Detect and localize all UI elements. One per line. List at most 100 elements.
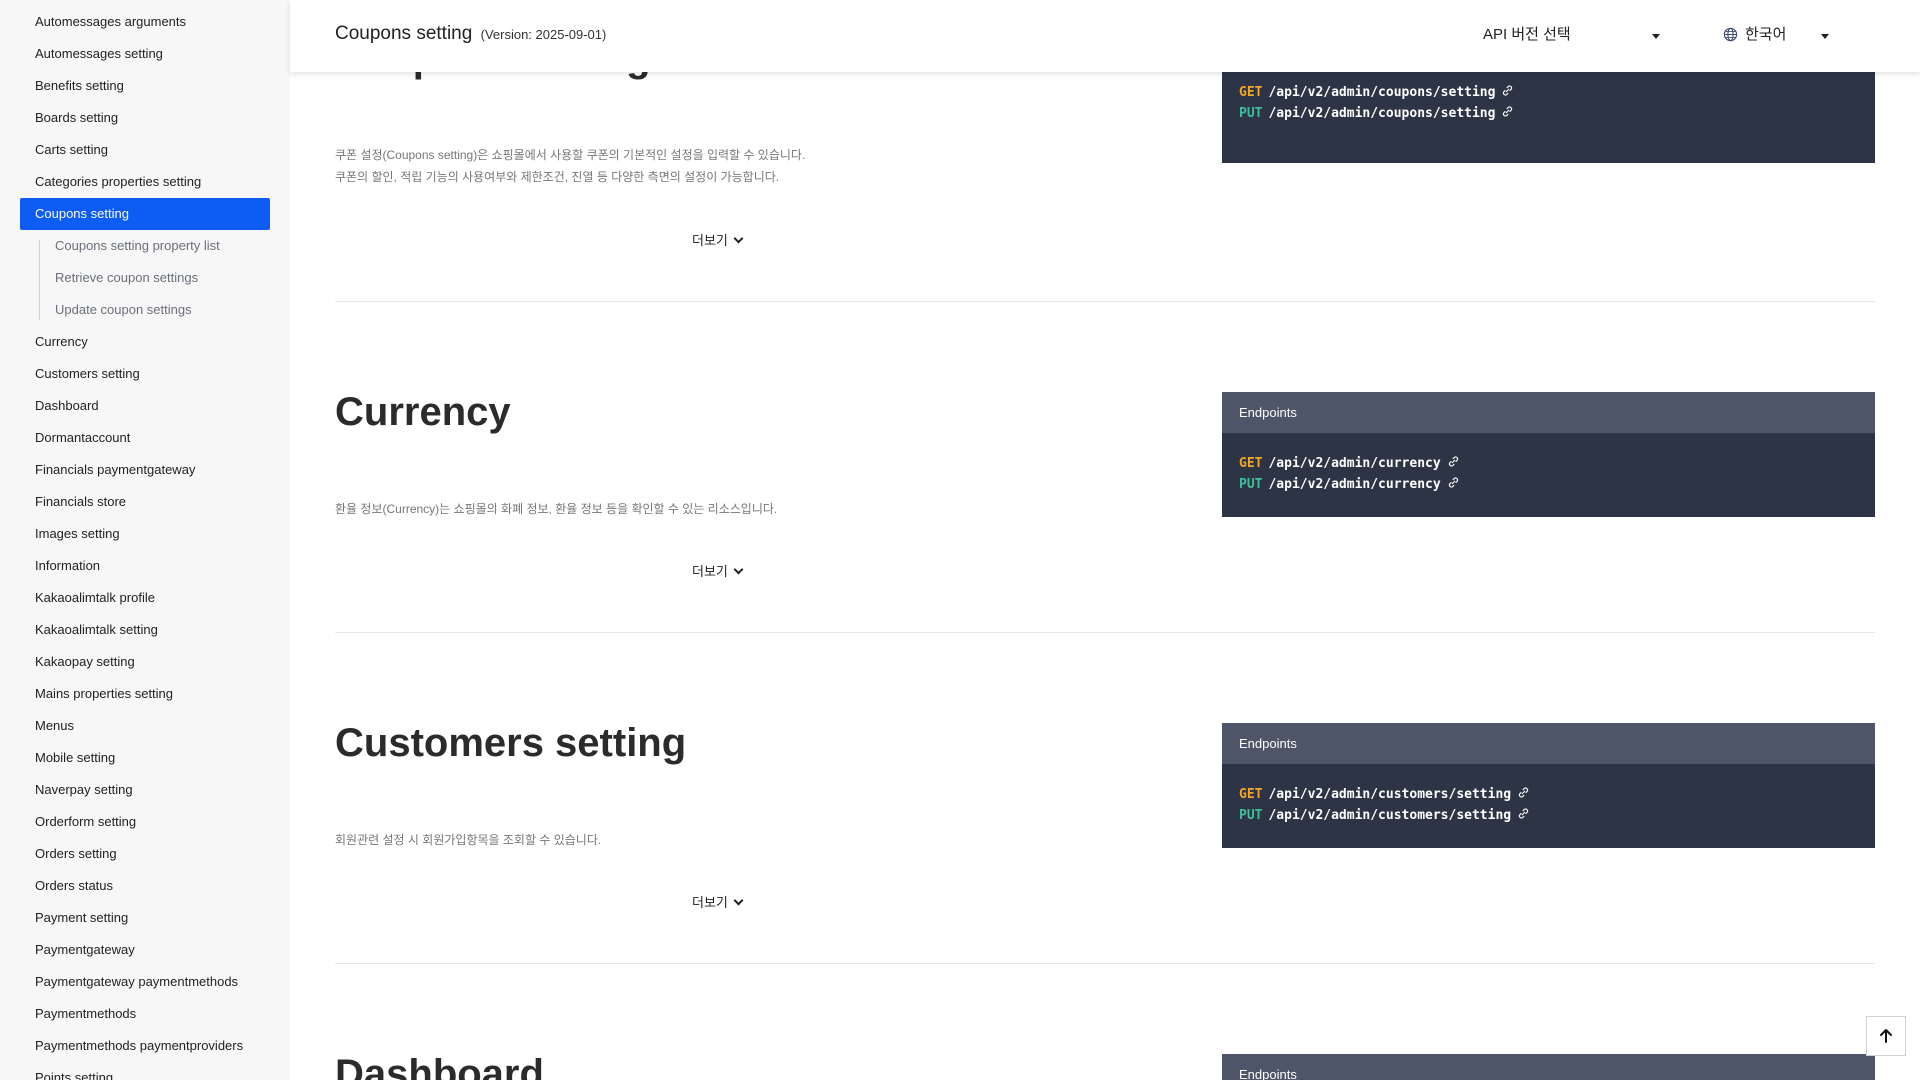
link-icon[interactable]: [1501, 105, 1514, 118]
endpoint-path: /api/v2/admin/currency: [1268, 456, 1441, 471]
sidebar-item-coupons-setting[interactable]: Coupons setting: [20, 198, 270, 230]
section-description-currency: 환율 정보(Currency)는 쇼핑몰의 화폐 정보, 환율 정보 등을 확인…: [335, 502, 778, 516]
sidebar-item-currency[interactable]: Currency: [20, 326, 270, 358]
endpoints-header: Endpoints: [1222, 723, 1875, 764]
endpoint-row[interactable]: PUT/api/v2/admin/customers/setting: [1239, 805, 1858, 826]
sidebar-item-dashboard[interactable]: Dashboard: [20, 390, 270, 422]
section-divider: [335, 632, 1875, 633]
sidebar-item-paymentmethods-paymentproviders[interactable]: Paymentmethods paymentproviders: [20, 1030, 270, 1062]
method-badge-get: GET: [1239, 456, 1263, 471]
language-select[interactable]: 한국어: [1745, 23, 1786, 44]
sidebar-item-kakaoalimtalk-profile[interactable]: Kakaoalimtalk profile: [20, 582, 270, 614]
chevron-down-icon: [733, 895, 744, 906]
sidebar-item-menus[interactable]: Menus: [20, 710, 270, 742]
endpoint-path: /api/v2/admin/coupons/setting: [1268, 106, 1496, 121]
method-badge-get: GET: [1239, 787, 1263, 802]
endpoint-row[interactable]: GET/api/v2/admin/customers/setting: [1239, 784, 1858, 805]
section-description-customers: 회원관련 설정 시 회원가입항목을 조회할 수 있습니다.: [335, 833, 602, 847]
arrow-up-icon: [1880, 1029, 1892, 1043]
more-label: 더보기: [692, 564, 728, 579]
endpoints-panel-currency: Endpoints GET/api/v2/admin/currency PUT /…: [1222, 392, 1875, 517]
endpoints-header: Endpoints: [1222, 1054, 1875, 1080]
sidebar-item-payment-setting[interactable]: Payment setting: [20, 902, 270, 934]
sidebar-item-paymentgateway-paymentmethods[interactable]: Paymentgateway paymentmethods: [20, 966, 270, 998]
method-badge-get: GET: [1239, 85, 1263, 100]
sidebar-item-financials-store[interactable]: Financials store: [20, 486, 270, 518]
endpoints-header: Endpoints: [1222, 392, 1875, 433]
sidebar-item-automessages-arguments[interactable]: Automessages arguments: [20, 6, 270, 38]
description-line: 쿠폰 설정(Coupons setting)은 쇼핑몰에서 사용할 쿠폰의 기본…: [335, 148, 806, 162]
section-description-coupons: 쿠폰 설정(Coupons setting)은 쇼핑몰에서 사용할 쿠폰의 기본…: [335, 144, 805, 188]
sidebar-subitem-property-list[interactable]: Coupons setting property list: [55, 230, 220, 262]
sidebar-item-paymentmethods[interactable]: Paymentmethods: [20, 998, 270, 1030]
link-icon[interactable]: [1447, 455, 1460, 468]
endpoint-path: /api/v2/admin/coupons/setting: [1268, 85, 1496, 100]
endpoint-row[interactable]: PUT/api/v2/admin/coupons/setting: [1239, 103, 1858, 124]
main-content: Coupons setting GET/api/v2/admin/coupons…: [290, 0, 1920, 1080]
endpoint-row[interactable]: GET/api/v2/admin/currency: [1239, 453, 1858, 474]
sidebar-item-automessages-setting[interactable]: Automessages setting: [20, 38, 270, 70]
section-divider: [335, 301, 1875, 302]
api-version-select-label: API 버전 선택: [1483, 26, 1571, 43]
sidebar-item-mobile-setting[interactable]: Mobile setting: [20, 742, 270, 774]
sidebar-item-images-setting[interactable]: Images setting: [20, 518, 270, 550]
sidebar-item-orders-status[interactable]: Orders status: [20, 870, 270, 902]
endpoints-panel-customers: Endpoints GET/api/v2/admin/customers/set…: [1222, 723, 1875, 848]
scroll-to-top-button[interactable]: [1866, 1016, 1906, 1056]
sidebar-item-paymentgateway[interactable]: Paymentgateway: [20, 934, 270, 966]
chevron-down-icon[interactable]: [1652, 34, 1660, 39]
more-button-customers[interactable]: 더보기: [692, 892, 744, 911]
method-badge-put: PUT: [1239, 106, 1263, 121]
sidebar-item-financials-paymentgateway[interactable]: Financials paymentgateway: [20, 454, 270, 486]
sidebar-item-information[interactable]: Information: [20, 550, 270, 582]
section-title-dashboard: Dashboard: [335, 1052, 544, 1080]
api-version-select[interactable]: API 버전 선택: [1483, 23, 1571, 44]
sidebar-item-boards-setting[interactable]: Boards setting: [20, 102, 270, 134]
endpoints-panel-dashboard: Endpoints: [1222, 1054, 1875, 1080]
sidebar-item-benefits-setting[interactable]: Benefits setting: [20, 70, 270, 102]
sidebar-item-naverpay-setting[interactable]: Naverpay setting: [20, 774, 270, 806]
language-select-label: 한국어: [1745, 26, 1787, 43]
sidebar-item-points-setting[interactable]: Points setting: [20, 1062, 270, 1080]
sidebar-item-carts-setting[interactable]: Carts setting: [20, 134, 270, 166]
sidebar-item-kakaopay-setting[interactable]: Kakaopay setting: [20, 646, 270, 678]
sidebar-item-kakaoalimtalk-setting[interactable]: Kakaoalimtalk setting: [20, 614, 270, 646]
sidebar-item-mains-properties-setting[interactable]: Mains properties setting: [20, 678, 270, 710]
globe-icon: [1723, 27, 1738, 42]
endpoints-panel-coupons: GET/api/v2/admin/coupons/setting PUT/api…: [1222, 60, 1875, 163]
sidebar: Automessages arguments Automessages sett…: [0, 0, 290, 1080]
more-button-currency[interactable]: 더보기: [692, 561, 744, 580]
link-icon[interactable]: [1447, 476, 1460, 489]
more-label: 더보기: [692, 895, 728, 910]
sidebar-item-dormantaccount[interactable]: Dormantaccount: [20, 422, 270, 454]
endpoint-path: /api/v2/admin/currency: [1268, 477, 1441, 492]
description-line: 쿠폰의 할인, 적립 기능의 사용여부와 제한조건, 진열 등 다양한 측면의 …: [335, 170, 780, 184]
link-icon[interactable]: [1517, 807, 1530, 820]
link-icon[interactable]: [1517, 786, 1530, 799]
section-divider: [335, 963, 1875, 964]
endpoint-row[interactable]: PUT/api/v2/admin/currency: [1239, 474, 1858, 495]
sidebar-subitem-update[interactable]: Update coupon settings: [55, 294, 192, 326]
page-title-text: Coupons setting: [335, 23, 473, 44]
sidebar-subitem-retrieve[interactable]: Retrieve coupon settings: [55, 262, 198, 294]
sidebar-item-orderform-setting[interactable]: Orderform setting: [20, 806, 270, 838]
section-title-currency: Currency: [335, 390, 511, 434]
chevron-down-icon: [733, 564, 744, 575]
submenu-guide-line: [39, 240, 40, 320]
method-badge-put: PUT: [1239, 808, 1263, 823]
sidebar-item-customers-setting[interactable]: Customers setting: [20, 358, 270, 390]
sidebar-item-categories-properties-setting[interactable]: Categories properties setting: [20, 166, 270, 198]
chevron-down-icon[interactable]: [1821, 34, 1829, 39]
chevron-down-icon: [733, 233, 744, 244]
sidebar-item-orders-setting[interactable]: Orders setting: [20, 838, 270, 870]
endpoint-path: /api/v2/admin/customers/setting: [1268, 787, 1512, 802]
api-version-label: (Version: 2025-09-01): [480, 27, 607, 42]
endpoint-path: /api/v2/admin/customers/setting: [1268, 808, 1512, 823]
page-title: Coupons setting (Version: 2025-09-01): [335, 23, 606, 45]
section-title-customers: Customers setting: [335, 721, 687, 765]
more-button-coupons[interactable]: 더보기: [692, 230, 744, 249]
method-badge-put: PUT: [1239, 477, 1263, 492]
top-header: Coupons setting (Version: 2025-09-01) AP…: [290, 0, 1920, 72]
link-icon[interactable]: [1501, 84, 1514, 97]
endpoint-row[interactable]: GET/api/v2/admin/coupons/setting: [1239, 82, 1858, 103]
